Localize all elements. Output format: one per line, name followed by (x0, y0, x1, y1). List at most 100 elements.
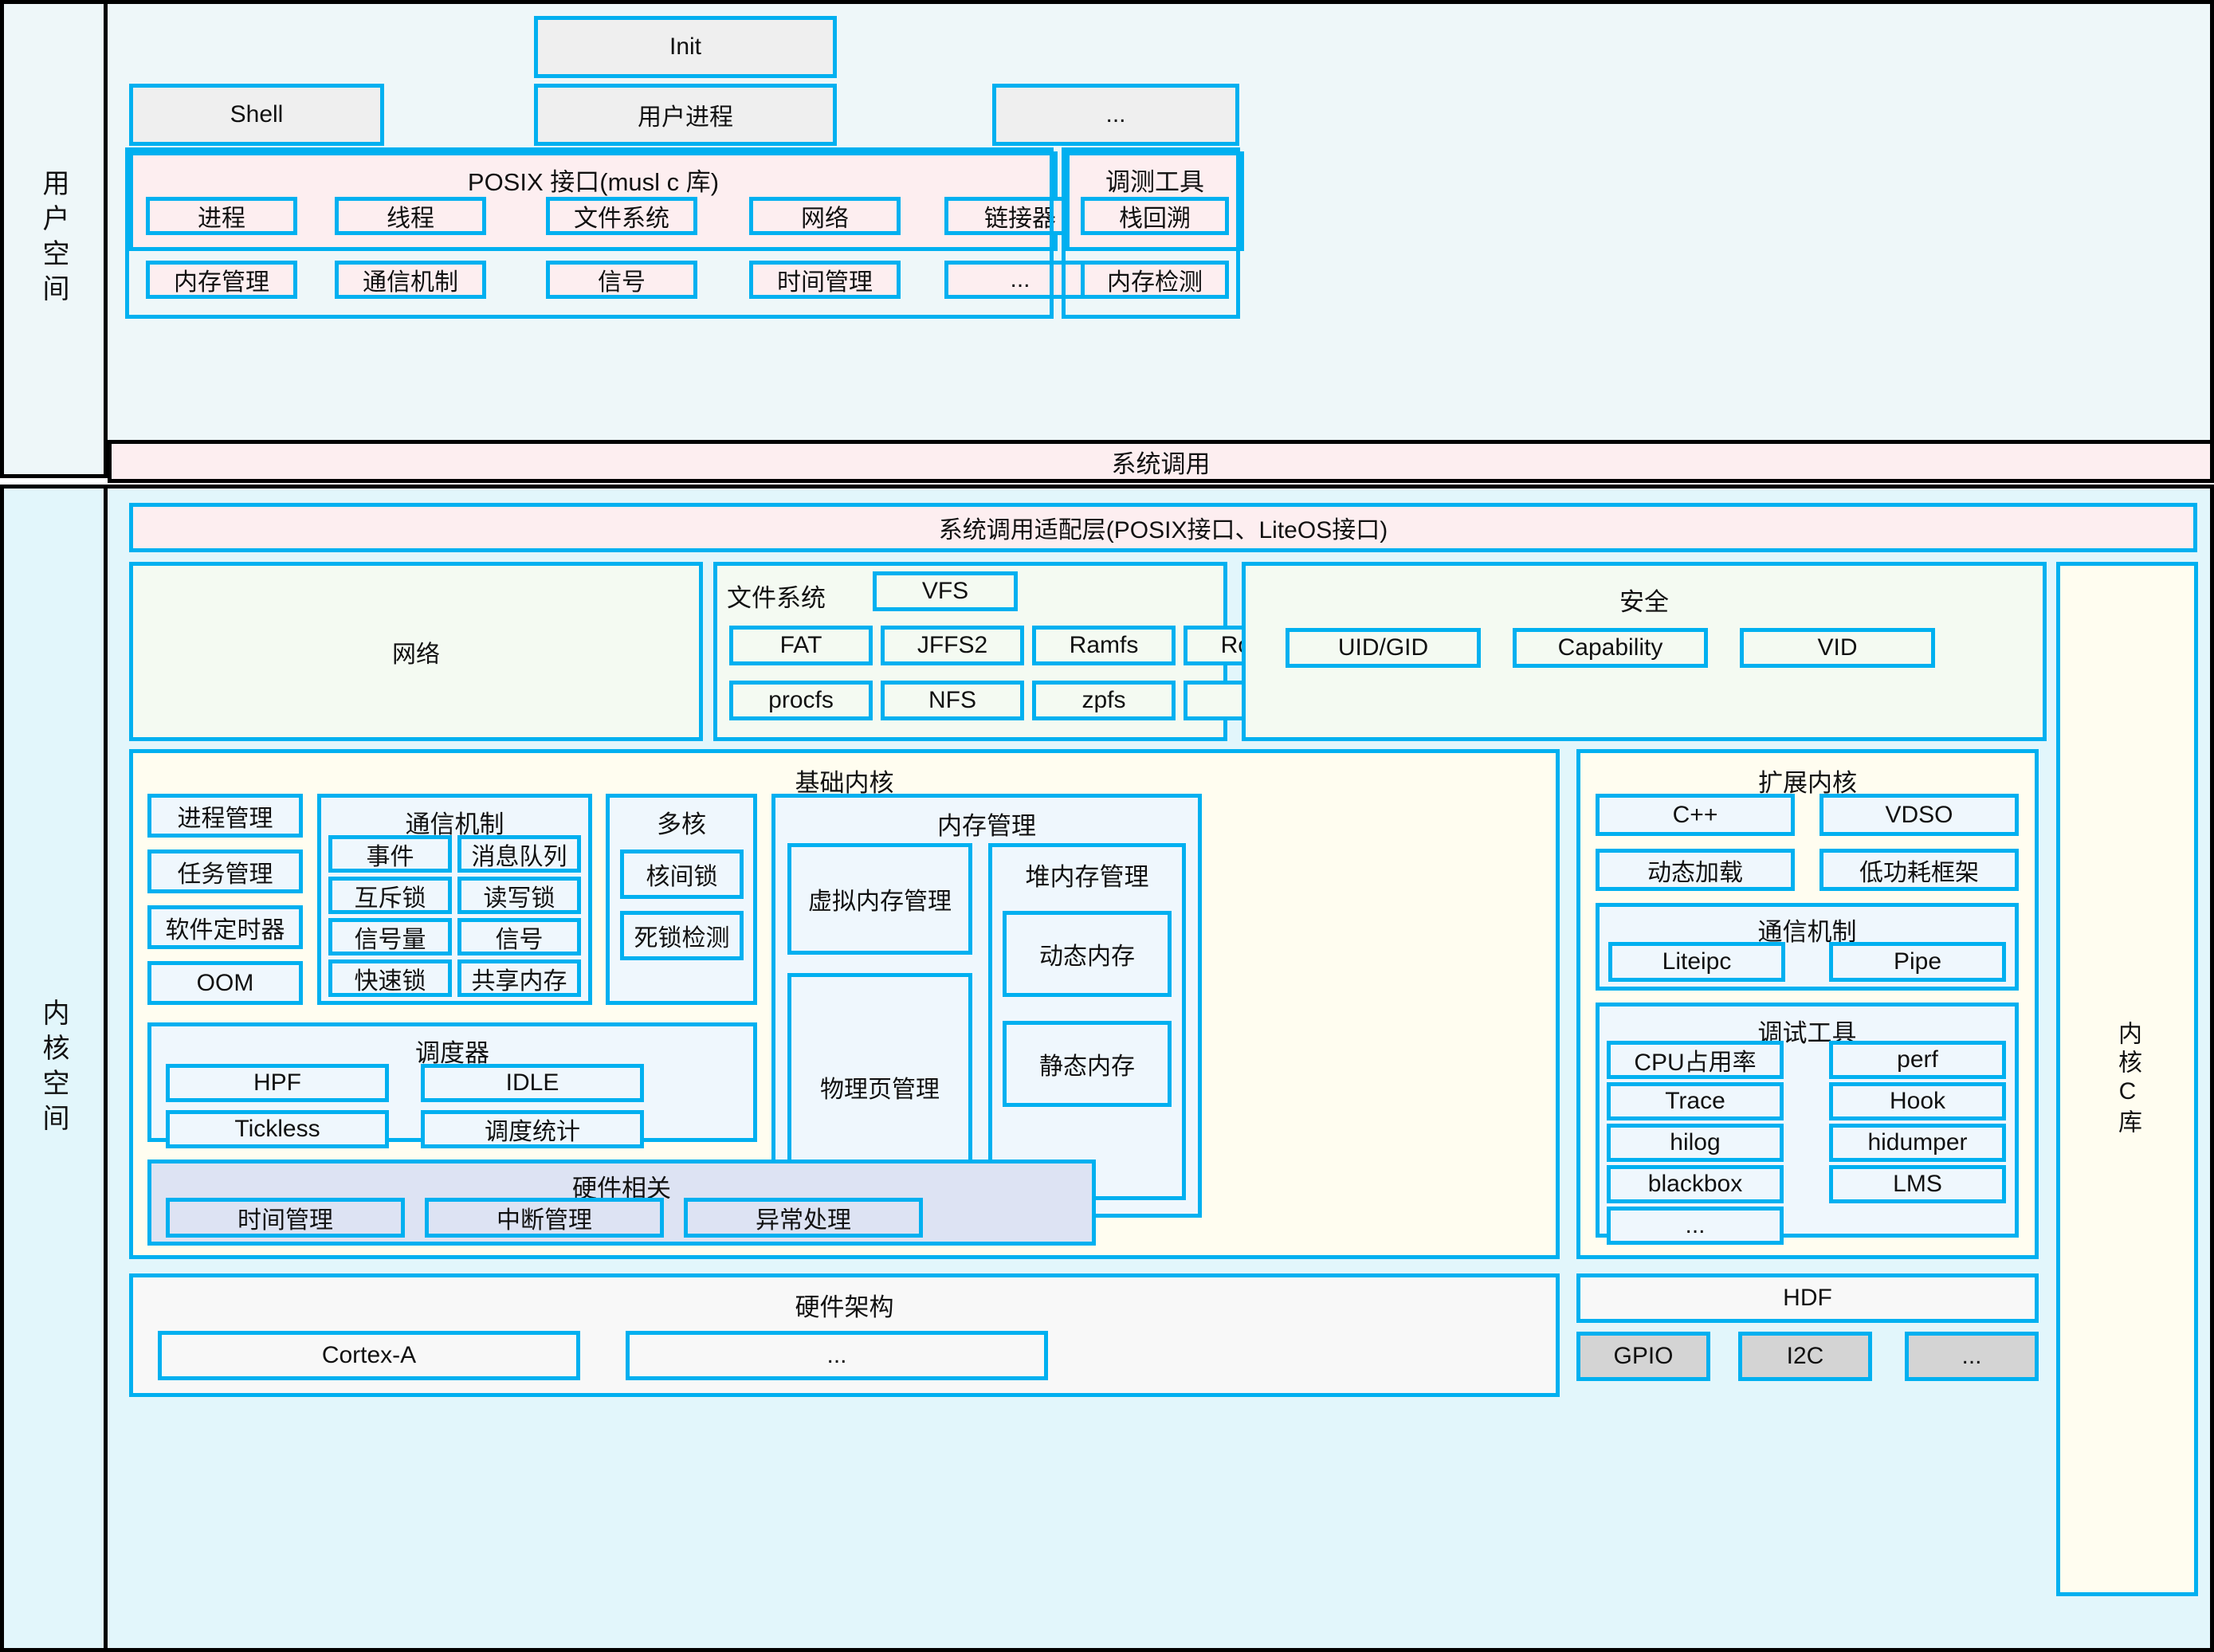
security-vid[interactable]: VID (1740, 628, 1935, 668)
debug-hilog[interactable]: hilog (1607, 1124, 1784, 1162)
ext-cpp-label: C++ (1672, 801, 1718, 828)
posix-item-process[interactable]: 进程 (146, 197, 297, 235)
heap-static-memory[interactable]: 静态内存 (1003, 1021, 1172, 1107)
memory-physical-page-label: 物理页管理 (820, 1076, 940, 1103)
kernel-network-box[interactable]: 网络 (129, 562, 703, 741)
posix-item-more[interactable]: ... (944, 261, 1096, 299)
debug-lms[interactable]: LMS (1829, 1165, 2006, 1203)
memory-virtual[interactable]: 虚拟内存管理 (787, 843, 972, 955)
posix-item-ipc[interactable]: 通信机制 (335, 261, 486, 299)
ext-ipc-liteipc[interactable]: Liteipc (1608, 942, 1785, 982)
debug-hook[interactable]: Hook (1829, 1082, 2006, 1120)
posix-item-memory[interactable]: 内存管理 (146, 261, 297, 299)
hw-exception-handling[interactable]: 异常处理 (684, 1198, 923, 1238)
kernel-space-band: 内核空间 系统调用适配层(POSIX接口、LiteOS接口) 网络 文件系统 V… (0, 485, 2214, 1652)
debug-more[interactable]: ... (1607, 1207, 1784, 1245)
ipc-msgqueue-label: 消息队列 (471, 843, 567, 870)
hdf-gpio[interactable]: GPIO (1576, 1332, 1710, 1381)
debug-tool-memory-check-label: 内存检测 (1107, 269, 1203, 296)
hw-arch-more-label: ... (826, 1342, 847, 1368)
debug-hidumper[interactable]: hidumper (1829, 1124, 2006, 1162)
base-kernel-process-mgmt[interactable]: 进程管理 (147, 794, 303, 838)
heap-dynamic-memory[interactable]: 动态内存 (1003, 911, 1172, 997)
hw-arch-more[interactable]: ... (626, 1331, 1048, 1380)
init-box[interactable]: Init (534, 16, 837, 78)
hw-arch-cortex-a[interactable]: Cortex-A (158, 1331, 580, 1380)
filesystem-jffs2[interactable]: JFFS2 (881, 626, 1024, 665)
hdf-i2c[interactable]: I2C (1738, 1332, 1872, 1381)
scheduler-idle[interactable]: IDLE (421, 1064, 644, 1102)
debug-tool-memory-check[interactable]: 内存检测 (1081, 261, 1229, 299)
user-process-box[interactable]: 用户进程 (534, 84, 837, 146)
filesystem-zpfs[interactable]: zpfs (1032, 681, 1176, 720)
posix-item-time[interactable]: 时间管理 (749, 261, 901, 299)
hdf-i2c-label: I2C (1786, 1343, 1824, 1369)
scheduler-stats[interactable]: 调度统计 (421, 1110, 644, 1148)
ipc-rwlock[interactable]: 读写锁 (457, 877, 581, 914)
shell-label: Shell (230, 101, 284, 128)
user-space-content: Init Shell 用户进程 ... POSIX 接口(musl c 库) 进… (112, 4, 2210, 474)
security-uid-gid[interactable]: UID/GID (1286, 628, 1481, 668)
posix-item-thread[interactable]: 线程 (335, 197, 486, 235)
ext-vdso[interactable]: VDSO (1819, 794, 2019, 836)
filesystem-fat[interactable]: FAT (729, 626, 873, 665)
ext-cpp[interactable]: C++ (1596, 794, 1795, 836)
kernel-space-content: 系统调用适配层(POSIX接口、LiteOS接口) 网络 文件系统 VFS FA… (112, 489, 2210, 1648)
hw-arch-cortex-a-label: Cortex-A (321, 1342, 417, 1368)
ext-ipc-pipe-label: Pipe (1893, 948, 1942, 975)
debug-blackbox-label: blackbox (1647, 1171, 1743, 1197)
security-uid-gid-label: UID/GID (1337, 634, 1429, 661)
filesystem-procfs[interactable]: procfs (729, 681, 873, 720)
filesystem-jffs2-label: JFFS2 (917, 632, 988, 658)
debug-blackbox[interactable]: blackbox (1607, 1165, 1784, 1203)
posix-item-signal[interactable]: 信号 (546, 261, 697, 299)
debug-trace[interactable]: Trace (1607, 1082, 1784, 1120)
ipc-semaphore[interactable]: 信号量 (328, 918, 452, 955)
posix-item-network[interactable]: 网络 (749, 197, 901, 235)
security-capability[interactable]: Capability (1513, 628, 1708, 668)
scheduler-hpf[interactable]: HPF (166, 1064, 389, 1102)
syscall-adapter-layer[interactable]: 系统调用适配层(POSIX接口、LiteOS接口) (129, 503, 2197, 552)
ext-dynamic-loading[interactable]: 动态加载 (1596, 849, 1795, 891)
multicore-deadlock-detect[interactable]: 死锁检测 (620, 911, 744, 960)
filesystem-ramfs[interactable]: Ramfs (1032, 626, 1176, 665)
debug-cpu-usage[interactable]: CPU占用率 (1607, 1041, 1784, 1079)
heap-static-memory-label: 静态内存 (1039, 1054, 1135, 1080)
debug-tool-stack-backtrace[interactable]: 栈回溯 (1081, 197, 1229, 235)
hdf-box[interactable]: HDF (1576, 1273, 2039, 1323)
kernel-space-label: 内核空间 (4, 489, 108, 1648)
base-kernel-soft-timer[interactable]: 软件定时器 (147, 905, 303, 949)
debug-more-label: ... (1685, 1212, 1706, 1238)
multicore-inter-core-lock[interactable]: 核间锁 (620, 850, 744, 899)
scheduler-tickless[interactable]: Tickless (166, 1110, 389, 1148)
ext-vdso-label: VDSO (1885, 801, 1953, 828)
ipc-event[interactable]: 事件 (328, 835, 452, 873)
ipc-msgqueue[interactable]: 消息队列 (457, 835, 581, 873)
user-space-ellipsis-box[interactable]: ... (992, 84, 1239, 146)
filesystem-vfs[interactable]: VFS (873, 571, 1018, 611)
debug-hidumper-label: hidumper (1867, 1129, 1968, 1156)
base-kernel-task-mgmt[interactable]: 任务管理 (147, 850, 303, 893)
filesystem-nfs[interactable]: NFS (881, 681, 1024, 720)
hdf-more[interactable]: ... (1905, 1332, 2039, 1381)
debug-perf[interactable]: perf (1829, 1041, 2006, 1079)
hdf-label: HDF (1783, 1285, 1832, 1311)
user-space-label: 用户空间 (4, 4, 108, 474)
ipc-futex[interactable]: 快速锁 (328, 959, 452, 997)
ext-ipc-pipe[interactable]: Pipe (1829, 942, 2006, 982)
ipc-shm[interactable]: 共享内存 (457, 959, 581, 997)
ipc-futex-label: 快速锁 (354, 967, 426, 995)
ext-low-power-framework[interactable]: 低功耗框架 (1819, 849, 2019, 891)
posix-item-filesystem[interactable]: 文件系统 (546, 197, 697, 235)
ipc-signal[interactable]: 信号 (457, 918, 581, 955)
hw-time-mgmt[interactable]: 时间管理 (166, 1198, 405, 1238)
scheduler-tickless-label: Tickless (234, 1116, 320, 1142)
hw-interrupt-mgmt[interactable]: 中断管理 (425, 1198, 664, 1238)
debug-trace-label: Trace (1665, 1088, 1725, 1114)
ipc-mutex[interactable]: 互斥锁 (328, 877, 452, 914)
shell-box[interactable]: Shell (129, 84, 384, 146)
debug-hilog-label: hilog (1670, 1129, 1721, 1156)
security-vid-label: VID (1817, 634, 1858, 661)
base-kernel-oom[interactable]: OOM (147, 961, 303, 1005)
hdf-gpio-label: GPIO (1613, 1343, 1674, 1369)
